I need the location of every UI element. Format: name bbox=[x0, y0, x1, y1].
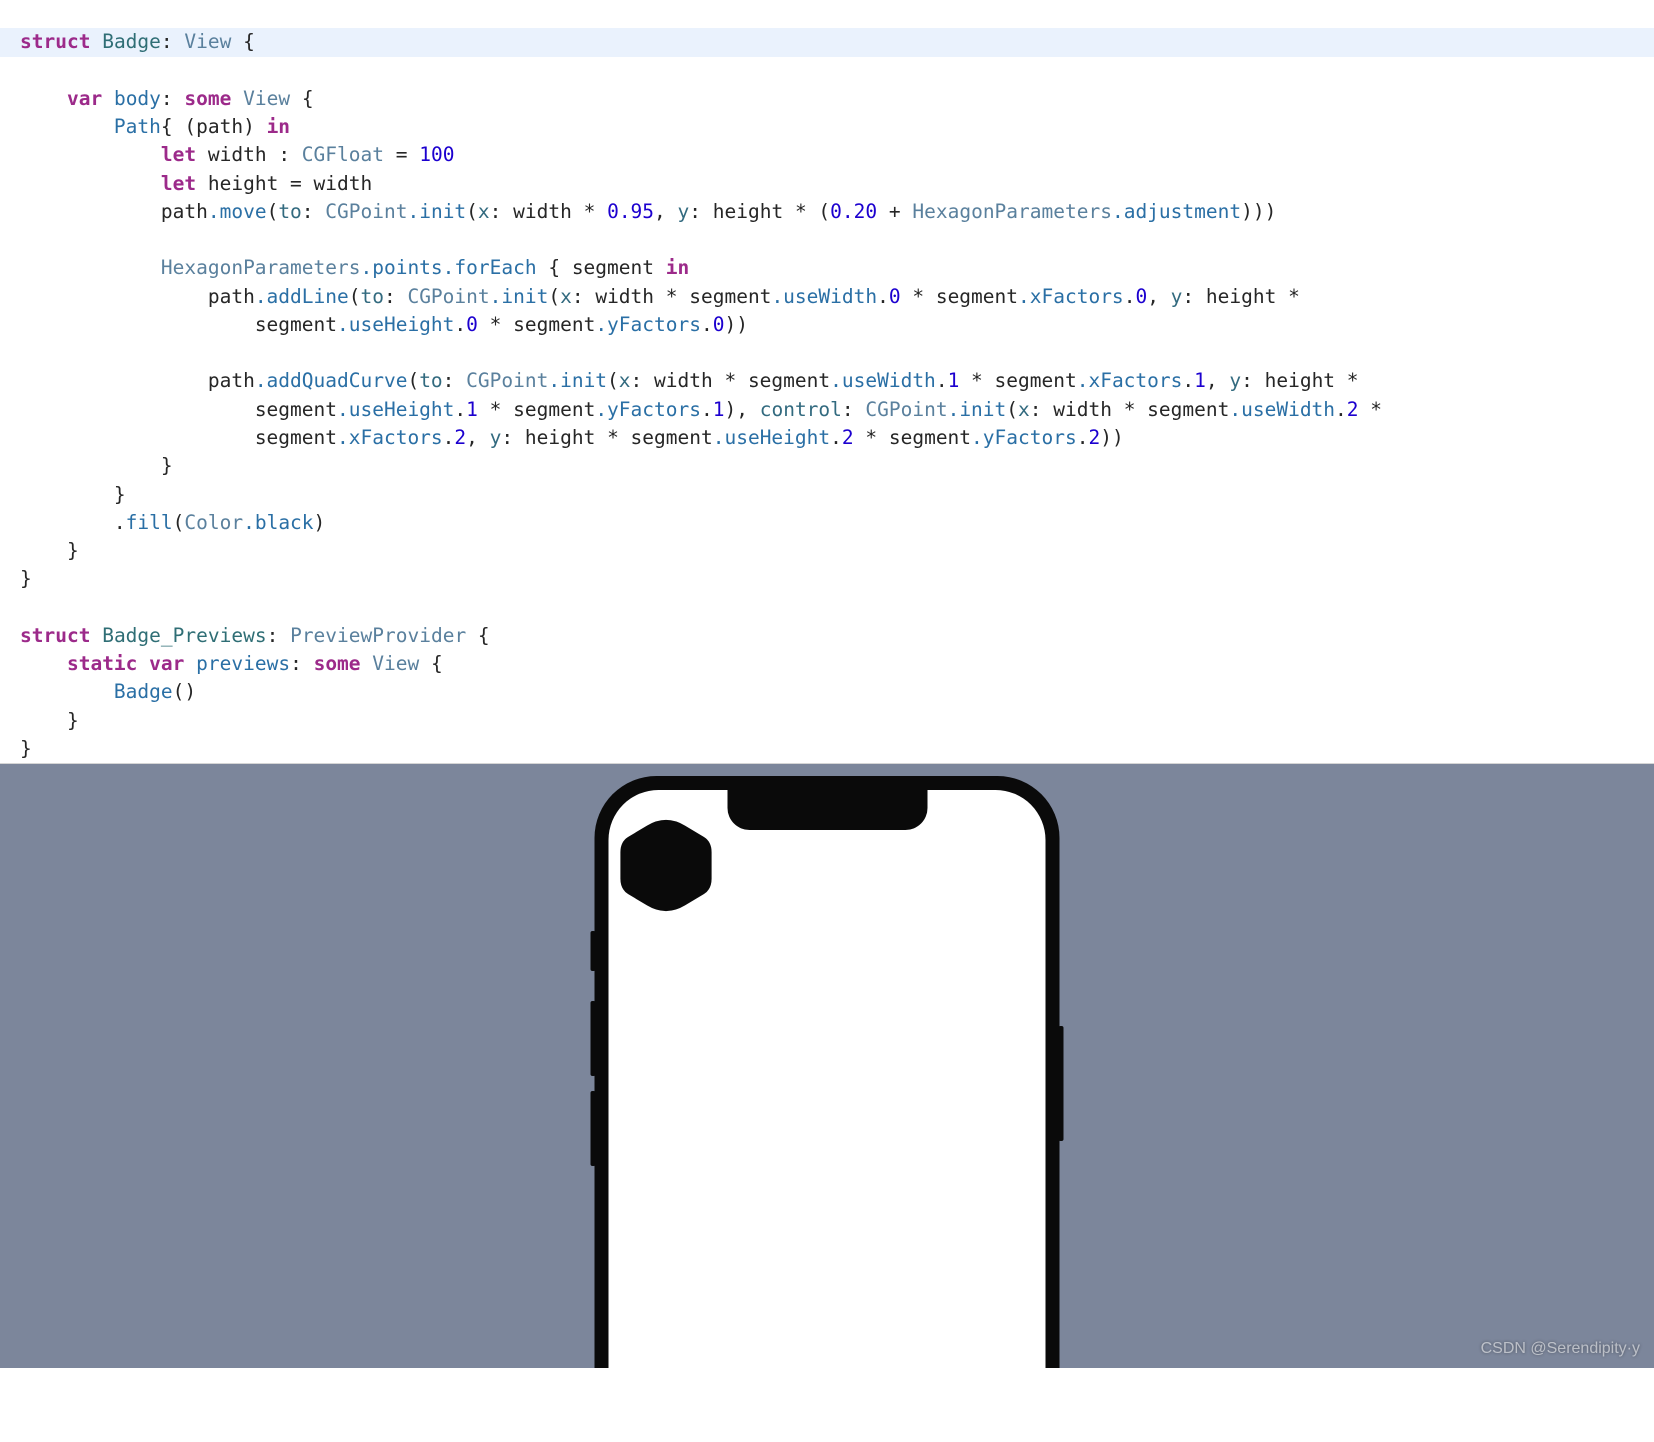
code-line-4: let width : CGFloat = 100 bbox=[0, 143, 474, 166]
code-line-3: Path{ (path) in bbox=[0, 115, 310, 138]
code-line-12: path.addQuadCurve(to: CGPoint.init(x: wi… bbox=[0, 369, 1390, 392]
code-line-14: segment.xFactors.2, y: height * segment.… bbox=[0, 426, 1144, 449]
code-line-9: path.addLine(to: CGPoint.init(x: width *… bbox=[0, 285, 1332, 308]
code-line-22: static var previews: some View { bbox=[0, 652, 463, 675]
code-line-5: let height = width bbox=[0, 172, 392, 195]
device-notch bbox=[727, 790, 927, 830]
code-line-19: } bbox=[0, 567, 52, 590]
phone-volume-down bbox=[591, 1091, 596, 1166]
code-line-25: } bbox=[0, 737, 52, 760]
code-line-8: HexagonParameters.points.forEach { segme… bbox=[0, 256, 709, 279]
code-line-11 bbox=[0, 341, 228, 364]
code-line-15: } bbox=[0, 454, 193, 477]
code-line-24: } bbox=[0, 709, 99, 732]
watermark-text: CSDN @Serendipity·y bbox=[1481, 1337, 1640, 1360]
phone-volume-up bbox=[591, 1001, 596, 1076]
code-line-20 bbox=[0, 596, 52, 619]
phone-power-button bbox=[1059, 1026, 1064, 1141]
code-line-18: } bbox=[0, 539, 99, 562]
code-line-2: var body: some View { bbox=[0, 87, 334, 110]
code-line-16: } bbox=[0, 483, 146, 506]
code-line-13: segment.useHeight.1 * segment.yFactors.1… bbox=[0, 398, 1414, 421]
device-frame bbox=[595, 776, 1060, 1368]
preview-canvas[interactable]: CSDN @Serendipity·y bbox=[0, 763, 1654, 1368]
phone-silent-switch bbox=[591, 931, 596, 971]
badge-shape-icon bbox=[619, 818, 714, 913]
code-line-17: .fill(Color.black) bbox=[0, 511, 345, 534]
code-editor[interactable]: struct Badge: View { var body: some View… bbox=[0, 0, 1654, 763]
code-line-6: path.move(to: CGPoint.init(x: width * 0.… bbox=[0, 200, 1296, 223]
code-line-23: Badge() bbox=[0, 680, 216, 703]
code-line-1: struct Badge: View { bbox=[0, 28, 1654, 56]
code-line-10: segment.useHeight.0 * segment.yFactors.0… bbox=[0, 313, 768, 336]
device-screen bbox=[609, 790, 1046, 1368]
code-line-7 bbox=[0, 228, 181, 251]
code-line-21: struct Badge_Previews: PreviewProvider { bbox=[0, 624, 510, 647]
